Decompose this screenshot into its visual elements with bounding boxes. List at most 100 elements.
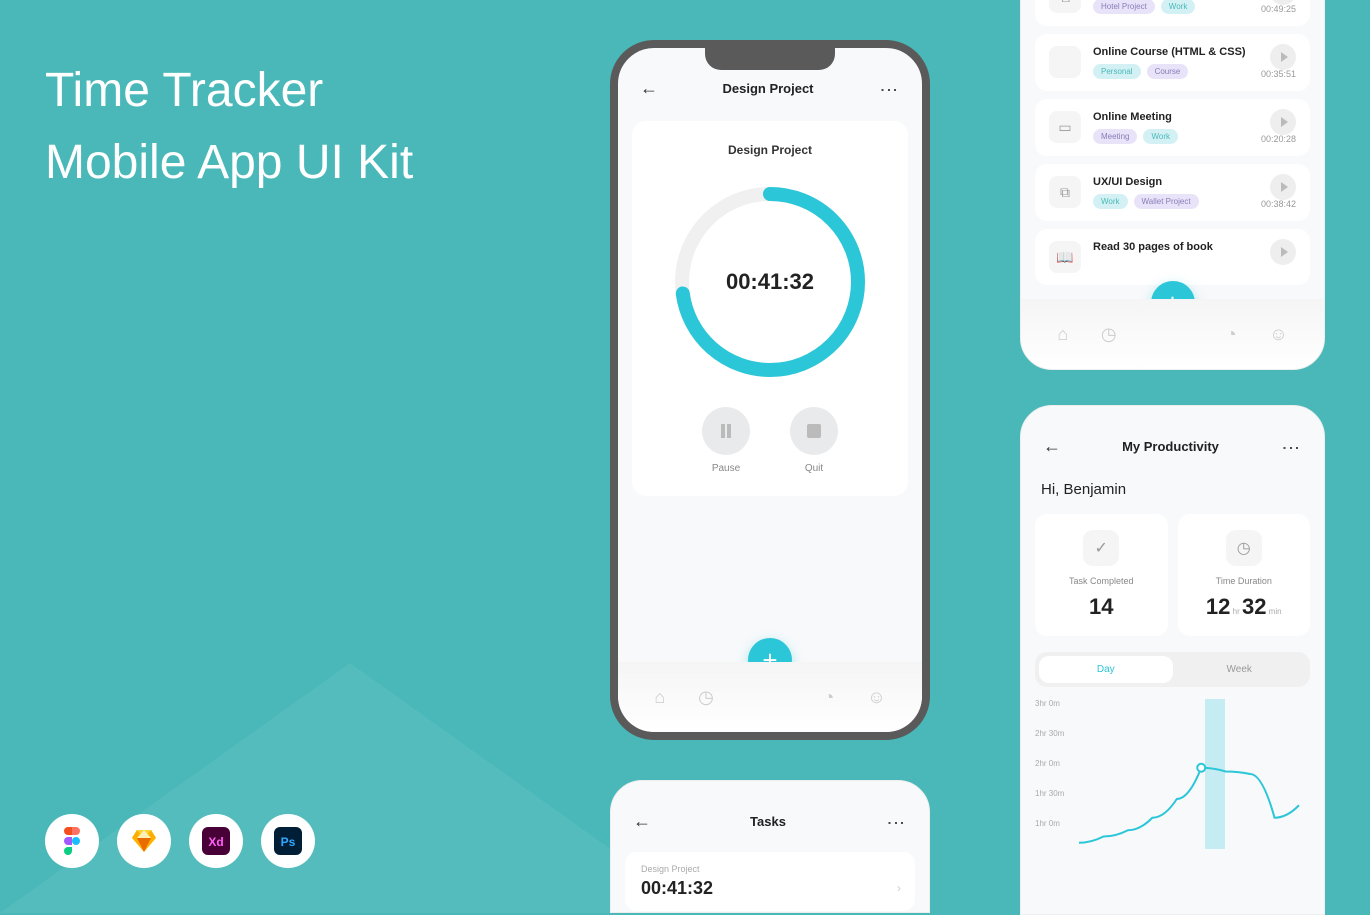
header-title: Tasks — [750, 814, 786, 829]
phone-productivity-screen: ← My Productivity ⋮ Hi, Benjamin ✓ Task … — [1020, 405, 1325, 915]
task-type-icon: ▭ — [1049, 111, 1081, 143]
task-tag: Personal — [1093, 64, 1141, 79]
task-tag: Work — [1143, 129, 1178, 144]
chart-icon[interactable]: ◔ — [1226, 324, 1237, 345]
task-type-icon — [1049, 46, 1081, 78]
card-title: Design Project — [654, 143, 886, 157]
phone-notch — [705, 48, 835, 70]
play-button[interactable] — [1270, 174, 1296, 200]
pause-control: Pause — [702, 407, 750, 474]
chart-y-label: 2hr 30m — [1035, 729, 1064, 738]
profile-icon[interactable]: ☺ — [1269, 324, 1287, 345]
task-type-icon: ⧉ — [1049, 176, 1081, 208]
app-icons: Xd Ps — [45, 814, 315, 868]
quit-label: Quit — [790, 463, 838, 474]
task-name: Online Course (HTML & CSS) — [1093, 46, 1296, 58]
phone-tasks-screen: ⧉ UX/UI Design Hotel Project Work 00:49:2… — [1020, 0, 1325, 370]
task-type-icon: 📖 — [1049, 241, 1081, 273]
chart-icon[interactable]: ◔ — [823, 687, 834, 708]
play-button[interactable] — [1270, 109, 1296, 135]
svg-text:Ps: Ps — [281, 835, 296, 849]
chart-y-label: 1hr 0m — [1035, 819, 1060, 828]
hours: 12 — [1206, 594, 1230, 619]
task-row-time: 00:41:32 — [641, 878, 899, 899]
header-title: Design Project — [722, 81, 813, 96]
stat-label: Time Duration — [1188, 576, 1301, 586]
back-arrow-icon[interactable]: ← — [1043, 436, 1061, 457]
play-button[interactable] — [1270, 44, 1296, 70]
svg-text:Xd: Xd — [208, 835, 223, 849]
task-name: Online Meeting — [1093, 111, 1296, 123]
timer-controls: Pause Quit — [654, 407, 886, 474]
task-tag: Wallet Project — [1134, 194, 1199, 209]
stat-value: 12 hr 32 min — [1188, 594, 1301, 620]
task-name: Read 30 pages of book — [1093, 241, 1296, 253]
task-time: 00:49:25 — [1261, 4, 1296, 14]
bottom-nav: ⌂ ◷ ◔ ☺ — [1021, 299, 1324, 369]
quit-control: Quit — [790, 407, 838, 474]
pause-label: Pause — [702, 463, 750, 474]
minutes: 32 — [1242, 594, 1266, 619]
clock-icon: ◷ — [1226, 530, 1262, 566]
title-line-2: Mobile App UI Kit — [45, 127, 413, 199]
task-tag: Hotel Project — [1093, 0, 1155, 14]
clock-icon[interactable]: ◷ — [698, 687, 714, 708]
task-row[interactable]: Design Project 00:41:32 › — [625, 852, 915, 911]
segment-week[interactable]: Week — [1173, 656, 1307, 683]
task-item[interactable]: Online Course (HTML & CSS) Personal Cours… — [1035, 34, 1310, 91]
phone-notch — [705, 781, 835, 803]
task-time: 00:35:51 — [1261, 69, 1296, 79]
bg-triangle — [0, 663, 700, 913]
task-type-icon: ⧉ — [1049, 0, 1081, 13]
task-item[interactable]: ⧉ UX/UI Design Hotel ProjectWork 00:49:2… — [1035, 0, 1310, 26]
figma-icon — [45, 814, 99, 868]
sketch-icon — [117, 814, 171, 868]
pause-button[interactable] — [702, 407, 750, 455]
bottom-nav: ⌂ ◷ ◔ ☺ — [618, 662, 922, 732]
chevron-right-icon: › — [897, 881, 901, 895]
task-tag: Work — [1161, 0, 1196, 14]
phone-timer-screen: ← Design Project ⋮ Design Project 00:41:… — [610, 40, 930, 740]
task-time: 00:38:42 — [1261, 199, 1296, 209]
timer-display: 00:41:32 — [726, 269, 814, 295]
profile-icon[interactable]: ☺ — [867, 687, 885, 708]
chart-svg — [1079, 699, 1309, 849]
segment-day[interactable]: Day — [1039, 656, 1173, 683]
stat-cards: ✓ Task Completed 14 ◷ Time Duration 12 h… — [1035, 514, 1310, 636]
home-icon[interactable]: ⌂ — [654, 687, 665, 708]
page-title: Time Tracker Mobile App UI Kit — [45, 55, 413, 199]
task-item[interactable]: ▭ Online Meeting Meeting Work 00:20:28 — [1035, 99, 1310, 156]
chart-y-label: 3hr 0m — [1035, 699, 1060, 708]
back-arrow-icon[interactable]: ← — [633, 811, 651, 832]
task-tag: Course — [1147, 64, 1189, 79]
task-item[interactable]: ⧉ UX/UI Design Work Wallet Project 00:38:… — [1035, 164, 1310, 221]
stat-value: 14 — [1045, 594, 1158, 620]
task-tag: Work — [1093, 194, 1128, 209]
ps-icon: Ps — [261, 814, 315, 868]
more-menu-icon[interactable]: ⋮ — [1280, 439, 1302, 455]
more-menu-icon[interactable]: ⋮ — [885, 814, 907, 830]
segment-control: Day Week — [1035, 652, 1310, 687]
productivity-chart: 3hr 0m2hr 30m2hr 0m1hr 30m1hr 0m — [1035, 699, 1310, 849]
task-row-label: Design Project — [641, 864, 899, 874]
header-title: My Productivity — [1122, 439, 1219, 454]
greeting: Hi, Benjamin — [1041, 481, 1304, 498]
phone-tasks-header-screen: ← Tasks ⋮ Design Project 00:41:32 › — [610, 780, 930, 913]
chart-y-label: 1hr 30m — [1035, 789, 1064, 798]
quit-button[interactable] — [790, 407, 838, 455]
home-icon[interactable]: ⌂ — [1057, 324, 1068, 345]
timer-card: Design Project 00:41:32 Pause Quit — [632, 121, 908, 496]
progress-ring: 00:41:32 — [665, 177, 875, 387]
task-tag: Meeting — [1093, 129, 1137, 144]
task-name: UX/UI Design — [1093, 176, 1296, 188]
stat-duration-card: ◷ Time Duration 12 hr 32 min — [1178, 514, 1311, 636]
task-time: 00:20:28 — [1261, 134, 1296, 144]
check-icon: ✓ — [1083, 530, 1119, 566]
play-button[interactable] — [1270, 239, 1296, 265]
clock-icon[interactable]: ◷ — [1101, 324, 1117, 345]
more-menu-icon[interactable]: ⋮ — [878, 81, 900, 97]
phone-notch — [1108, 406, 1238, 428]
stat-completed-card: ✓ Task Completed 14 — [1035, 514, 1168, 636]
back-arrow-icon[interactable]: ← — [640, 78, 658, 99]
task-item[interactable]: 📖 Read 30 pages of book — [1035, 229, 1310, 285]
